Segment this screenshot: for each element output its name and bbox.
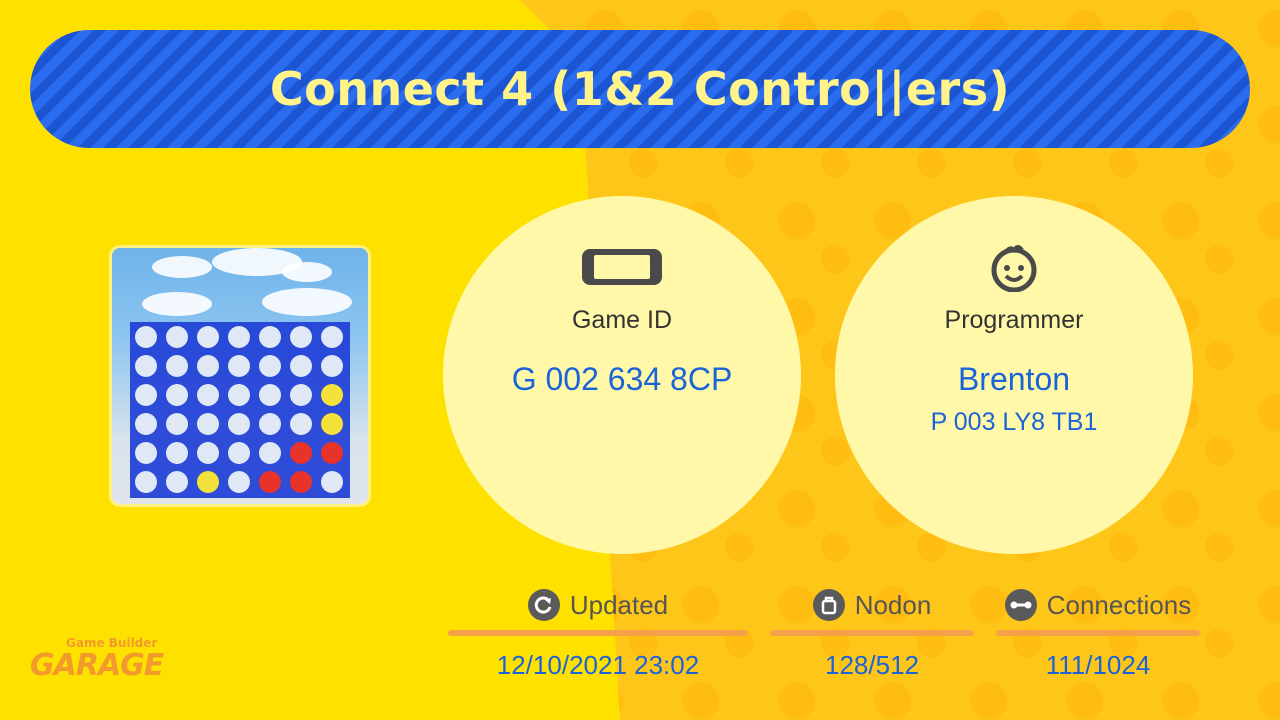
board-hole — [228, 471, 250, 493]
board-hole — [259, 442, 281, 464]
board-hole — [197, 355, 219, 377]
board-hole — [228, 384, 250, 406]
game-thumbnail — [112, 248, 368, 504]
board-hole — [197, 326, 219, 348]
title-banner: Connect 4 (1&2 Contro||ers) — [30, 30, 1250, 148]
board-hole — [197, 413, 219, 435]
board-hole — [321, 326, 343, 348]
game-piece — [259, 471, 281, 493]
nodon-bag-icon — [812, 589, 845, 621]
board-hole — [135, 413, 157, 435]
cloud — [152, 256, 212, 278]
board-hole — [197, 384, 219, 406]
board-hole — [228, 413, 250, 435]
connections-stat: Connections 111/1024 — [996, 588, 1200, 681]
updated-stat: Updated 12/10/2021 23:02 — [448, 588, 748, 681]
programmer-name: Brenton — [957, 361, 1071, 397]
board-hole — [166, 471, 188, 493]
game-piece — [290, 442, 312, 464]
board-hole — [166, 442, 188, 464]
board-hole — [259, 384, 281, 406]
programmer-panel: Programmer Brenton P 003 LY8 TB1 — [835, 196, 1193, 554]
face-icon — [986, 244, 1042, 292]
board-hole — [321, 471, 343, 493]
board-hole — [259, 355, 281, 377]
board-hole — [290, 413, 312, 435]
updated-value: 12/10/2021 23:02 — [496, 650, 700, 680]
board-hole — [259, 413, 281, 435]
game-id-value: G 002 634 8CP — [511, 361, 733, 397]
board-hole — [135, 384, 157, 406]
cloud — [262, 288, 352, 316]
board-graphic — [130, 322, 350, 498]
game-piece — [290, 471, 312, 493]
switch-console-icon — [580, 244, 664, 290]
connections-label: Connections — [1046, 589, 1192, 620]
board-hole — [135, 326, 157, 348]
board-hole — [197, 442, 219, 464]
board-hole — [290, 326, 312, 348]
divider — [996, 630, 1200, 636]
updated-label: Updated — [569, 589, 669, 620]
board-hole — [228, 355, 250, 377]
refresh-icon — [527, 589, 560, 621]
game-id-panel: Game ID G 002 634 8CP — [443, 196, 801, 554]
cloud — [142, 292, 212, 316]
nodon-label: Nodon — [854, 589, 932, 620]
board-hole — [228, 442, 250, 464]
game-builder-garage-logo: Game Builder GARAGE — [30, 634, 180, 684]
board-hole — [228, 326, 250, 348]
board-hole — [166, 384, 188, 406]
nodon-value: 128/512 — [825, 650, 919, 680]
board-hole — [166, 355, 188, 377]
nodon-stat: Nodon 128/512 — [770, 588, 974, 681]
game-id-label: Game ID — [571, 306, 673, 334]
game-piece — [197, 471, 219, 493]
programmer-label: Programmer — [944, 306, 1084, 334]
programmer-id: P 003 LY8 TB1 — [930, 408, 1098, 436]
divider — [448, 630, 748, 636]
connection-icon — [1004, 589, 1037, 621]
board-hole — [166, 326, 188, 348]
game-piece — [321, 413, 343, 435]
cloud — [282, 262, 332, 282]
board-hole — [166, 413, 188, 435]
game-title: Connect 4 (1&2 Contro||ers) — [269, 62, 1011, 116]
board-hole — [259, 326, 281, 348]
board-hole — [135, 355, 157, 377]
game-piece — [321, 384, 343, 406]
board-hole — [135, 442, 157, 464]
board-hole — [135, 471, 157, 493]
logo-line2: GARAGE — [30, 648, 164, 683]
board-hole — [290, 384, 312, 406]
divider — [770, 630, 974, 636]
board-hole — [321, 355, 343, 377]
connect-four-board — [130, 322, 350, 498]
game-piece — [321, 442, 343, 464]
connections-value: 111/1024 — [1045, 650, 1151, 680]
board-hole — [290, 355, 312, 377]
